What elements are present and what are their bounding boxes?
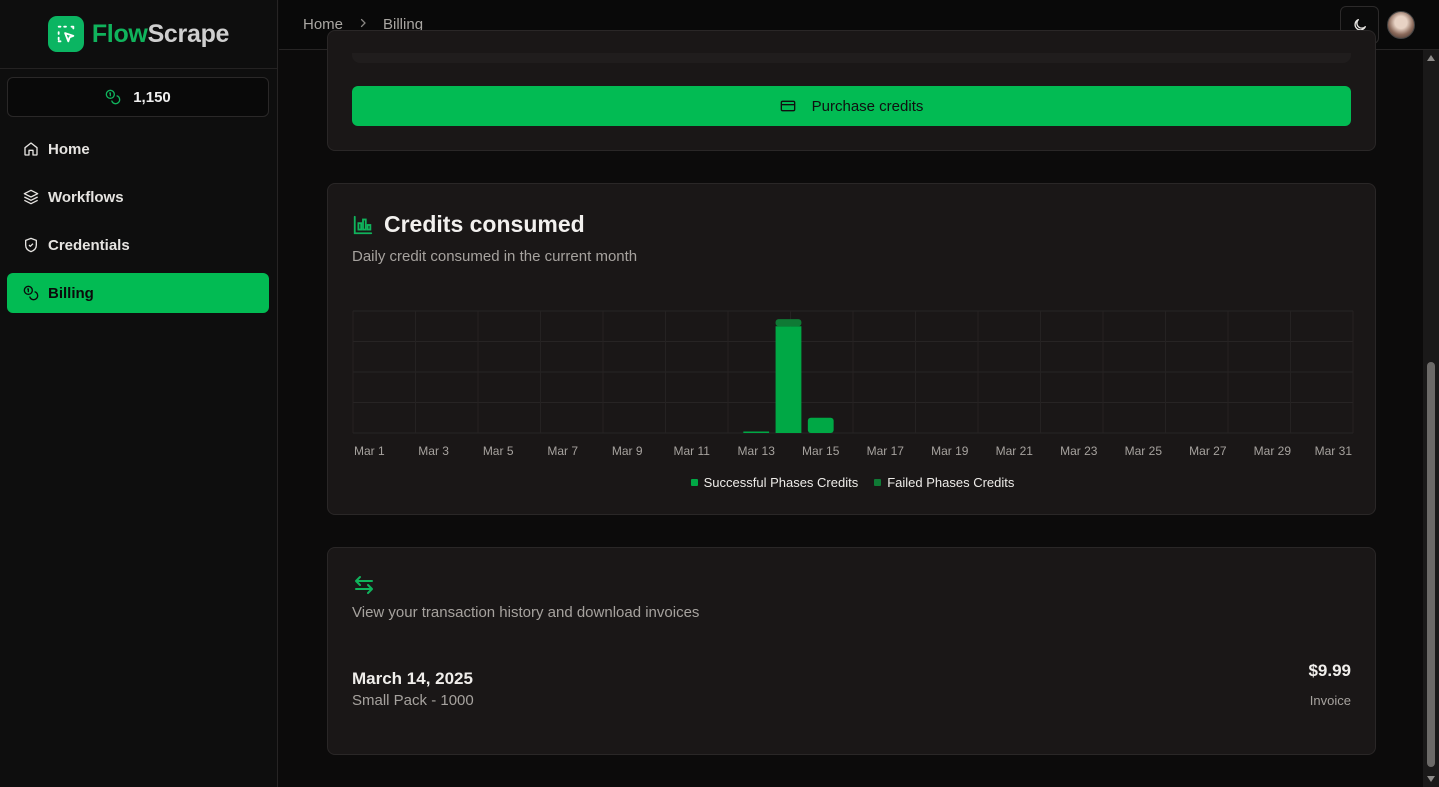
legend-label: Successful Phases Credits xyxy=(703,475,859,490)
legend-swatch xyxy=(690,479,698,486)
purchase-card: Purchase credits xyxy=(327,30,1376,151)
chart-title: Credits consumed xyxy=(352,211,585,238)
x-tick-label: Mar 25 xyxy=(1125,444,1163,458)
sidebar-item-label: Billing xyxy=(48,284,94,302)
legend-label: Failed Phases Credits xyxy=(887,475,1015,490)
purchase-credits-label: Purchase credits xyxy=(811,97,924,115)
chart-subtitle: Daily credit consumed in the current mon… xyxy=(352,248,638,265)
transaction-subtitle: View your transaction history and downlo… xyxy=(352,604,700,621)
credit-card-icon xyxy=(780,100,795,112)
avatar[interactable] xyxy=(1387,11,1415,39)
coins-icon xyxy=(105,89,121,105)
x-tick-label: Mar 11 xyxy=(673,444,710,458)
invoice-link[interactable]: Invoice xyxy=(1310,693,1351,708)
pack-options-bottom xyxy=(352,53,1351,63)
legend-swatch xyxy=(874,479,882,486)
transaction-amount: $9.99 xyxy=(1308,661,1351,680)
home-icon xyxy=(24,142,38,156)
bar-mar-15-successful[interactable] xyxy=(807,417,834,433)
x-tick-label: Mar 3 xyxy=(418,444,449,458)
logo-text: FlowScrape xyxy=(91,19,230,49)
x-tick-label: Mar 1 xyxy=(354,444,385,458)
bar-mar-13-successful[interactable] xyxy=(743,431,770,434)
shield-icon xyxy=(25,237,37,253)
sidebar: FlowScrape 1,150 Home Workflows Credenti… xyxy=(0,0,278,787)
credits-consumed-card: Mar 1 Mar 3 Mar 5 Mar 7 Mar 9 Mar 11 Mar 13 Mar… xyxy=(327,183,1376,515)
logo-icon xyxy=(47,16,84,52)
sidebar-item-credentials[interactable]: Credentials xyxy=(7,225,269,265)
transaction-date: March 14, 2025 xyxy=(352,669,473,688)
legend-item-successful[interactable]: Successful Phases Credits xyxy=(690,475,859,490)
sidebar-item-workflows[interactable]: Workflows xyxy=(7,177,269,217)
x-tick-label: Mar 19 xyxy=(931,444,969,458)
scrollbar-thumb[interactable] xyxy=(1427,362,1435,767)
bar-mar-14-failed[interactable] xyxy=(775,319,802,327)
page-scrollbar[interactable] xyxy=(1423,50,1439,787)
x-tick-label: Mar 27 xyxy=(1189,444,1227,458)
chart-title-text: Credits consumed xyxy=(384,211,585,237)
sidebar-item-label: Credentials xyxy=(48,236,130,254)
x-tick-label: Mar 7 xyxy=(547,444,578,458)
sidebar-item-billing[interactable]: Billing xyxy=(7,273,269,313)
legend-item-failed[interactable]: Failed Phases Credits xyxy=(874,475,1014,490)
x-tick-label: Mar 5 xyxy=(483,444,514,458)
credits-value: 1,150 xyxy=(133,88,171,106)
credits-balance[interactable]: 1,150 xyxy=(7,77,269,117)
x-tick-label: Mar 15 xyxy=(802,444,840,458)
logo[interactable]: FlowScrape xyxy=(0,0,277,69)
scroll-down-arrow[interactable] xyxy=(1427,776,1435,782)
layers-icon xyxy=(23,189,39,205)
logo-text-scrape: Scrape xyxy=(147,19,230,48)
sidebar-item-label: Home xyxy=(48,140,90,158)
x-tick-label: Mar 21 xyxy=(996,444,1034,458)
logo-text-flow: Flow xyxy=(91,19,148,48)
chart-column-icon xyxy=(353,215,373,234)
bar-mar-14-successful[interactable] xyxy=(775,326,802,433)
x-tick-label: Mar 23 xyxy=(1060,444,1098,458)
transaction-history-card: View your transaction history and downlo… xyxy=(327,547,1376,755)
x-tick-label: Mar 13 xyxy=(738,444,776,458)
sidebar-item-label: Workflows xyxy=(48,188,124,206)
coins-icon xyxy=(23,285,39,301)
scroll-up-arrow[interactable] xyxy=(1427,55,1435,61)
purchase-credits-button[interactable]: Purchase credits xyxy=(352,86,1351,126)
x-tick-label: Mar 9 xyxy=(612,444,643,458)
x-tick-label: Mar 17 xyxy=(867,444,905,458)
x-tick-label: Mar 29 xyxy=(1254,444,1292,458)
transaction-description: Small Pack - 1000 xyxy=(352,692,474,709)
sidebar-nav: Home Workflows Credentials Billing xyxy=(7,129,269,321)
sidebar-item-home[interactable]: Home xyxy=(7,129,269,169)
x-tick-label: Mar 31 xyxy=(1315,444,1353,458)
arrows-left-right-icon xyxy=(352,573,376,602)
chart-legend: Successful Phases Credits Failed Phases … xyxy=(328,475,1377,490)
